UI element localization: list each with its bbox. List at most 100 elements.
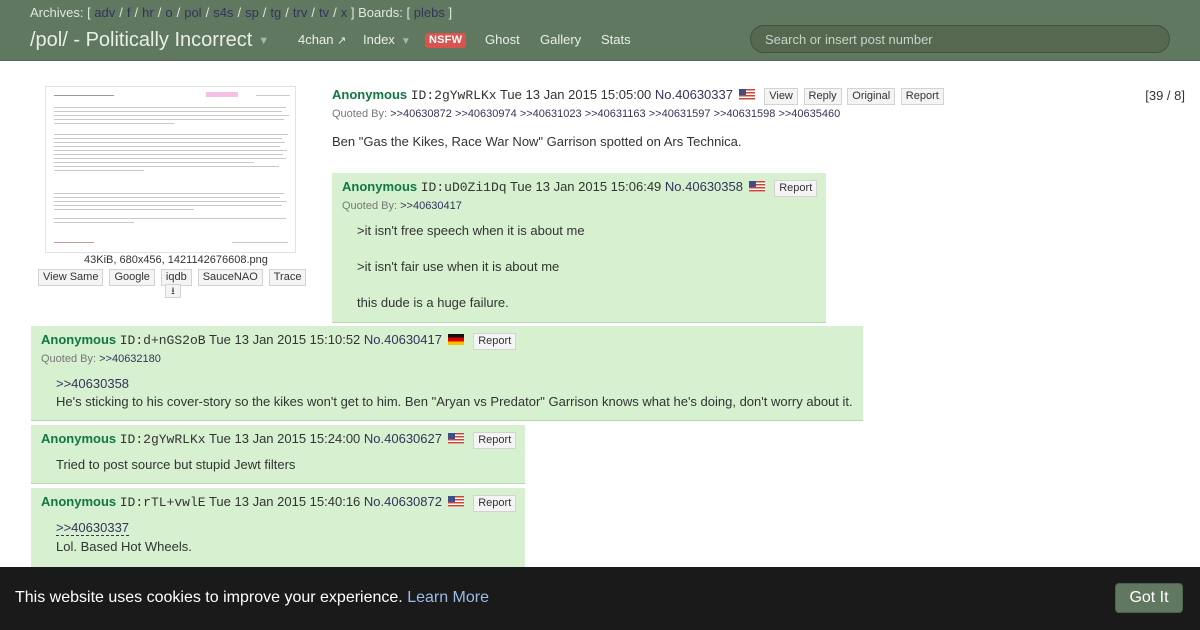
google-button[interactable]: Google <box>109 269 155 286</box>
download-icon[interactable]: ⭳ <box>165 284 181 298</box>
us-flag-icon <box>447 433 464 444</box>
saucenao-button[interactable]: SauceNAO <box>197 269 263 286</box>
op-post-body: Ben "Gas the Kikes, Race War Now" Garris… <box>332 134 742 149</box>
original-button[interactable]: Original <box>847 88 896 105</box>
got-it-button[interactable]: Got It <box>1115 583 1183 613</box>
nav-4chan-link[interactable]: 4chan ↗ <box>298 32 346 47</box>
thumbnail-highlight <box>206 92 238 97</box>
quote-backlink[interactable]: >>40630974 <box>455 108 517 120</box>
archive-link-trv[interactable]: trv <box>293 5 307 20</box>
post-number-link[interactable]: No.40630627 <box>364 431 442 446</box>
post-text-line: He's sticking to his cover-story so the … <box>56 394 853 409</box>
thumb-line <box>54 134 288 135</box>
nav-ghost-link[interactable]: Ghost <box>485 32 520 47</box>
trace-button[interactable]: Trace <box>268 269 307 286</box>
poster-id[interactable]: ID:d+nGS2oB <box>120 333 206 348</box>
thumb-line <box>54 170 144 171</box>
quote-link[interactable]: >>40630358 <box>56 376 129 391</box>
thumb-line <box>54 142 285 143</box>
quote-backlink[interactable]: >>40631597 <box>649 108 711 120</box>
quote-backlink[interactable]: >>40631598 <box>714 108 776 120</box>
archive-link-tg[interactable]: tg <box>270 5 281 20</box>
nav-stats-link[interactable]: Stats <box>601 32 631 47</box>
reply-button[interactable]: Reply <box>803 88 842 105</box>
us-flag-icon <box>748 181 765 192</box>
thumb-line <box>54 166 279 167</box>
reply-post-header: Anonymous ID:2gYwRLKx Tue 13 Jan 2015 15… <box>41 431 517 449</box>
board-title: /pol/ - Politically Incorrect <box>30 29 253 51</box>
cookie-message: This website uses cookies to improve you… <box>15 589 489 607</box>
thumb-line <box>54 115 289 116</box>
post-number-link[interactable]: No.40630417 <box>364 332 442 347</box>
archive-link-tv[interactable]: tv <box>319 5 329 20</box>
poster-name: Anonymous <box>41 332 117 347</box>
de-flag-icon <box>447 334 464 345</box>
thumb-line <box>54 119 284 120</box>
archive-link-adv[interactable]: adv <box>94 5 115 20</box>
post-number-link[interactable]: No.40630337 <box>655 87 733 102</box>
op-post-header: Anonymous ID:2gYwRLKx Tue 13 Jan 2015 15… <box>332 87 944 105</box>
thumb-line <box>54 95 114 96</box>
quote-backlink[interactable]: >>40631023 <box>520 108 582 120</box>
quoted-by-label: Quoted By: <box>342 200 398 212</box>
report-button[interactable]: Report <box>473 432 517 449</box>
archive-link-x[interactable]: x <box>341 5 348 20</box>
archive-link-s4s[interactable]: s4s <box>213 5 233 20</box>
quote-backlink[interactable]: >>40631163 <box>585 108 646 120</box>
boards-label: Boards: <box>358 5 403 20</box>
op-thumbnail[interactable] <box>45 86 296 253</box>
caret-down-icon: ▼ <box>258 34 270 47</box>
thumb-line <box>54 209 194 210</box>
quote-link-text[interactable]: >>40630358 <box>56 376 129 391</box>
board-link-plebs[interactable]: plebs <box>414 5 445 20</box>
reply-quoted-by: Quoted By: >>40632180 <box>41 353 161 365</box>
poster-id[interactable]: ID:rTL+vwlE <box>120 495 206 510</box>
archive-link-hr[interactable]: hr <box>142 5 154 20</box>
post-text-line: Tried to post source but stupid Jewt fil… <box>56 457 296 472</box>
report-button[interactable]: Report <box>473 333 517 350</box>
poster-id[interactable]: ID:2gYwRLKx <box>411 88 497 103</box>
reply-quoted-by: Quoted By: >>40630417 <box>342 200 462 212</box>
report-button[interactable]: Report <box>473 495 517 512</box>
search-input[interactable] <box>750 25 1170 53</box>
reply-post: Anonymous ID:2gYwRLKx Tue 13 Jan 2015 15… <box>31 425 525 484</box>
post-number-link[interactable]: No.40630358 <box>665 179 743 194</box>
quote-link-text[interactable]: >>40630337 <box>56 520 130 536</box>
post-text-line: this dude is a huge failure. <box>357 295 509 310</box>
archive-link-pol[interactable]: pol <box>184 5 201 20</box>
quote-backlink[interactable]: >>40630417 <box>400 200 462 212</box>
thumb-line <box>54 154 283 155</box>
greentext-line: >it isn't fair use when it is about me <box>357 259 560 274</box>
thumb-line <box>54 222 134 223</box>
quote-backlink[interactable]: >>40630872 <box>390 108 452 120</box>
poster-id[interactable]: ID:2gYwRLKx <box>120 432 206 447</box>
archive-link-sp[interactable]: sp <box>245 5 259 20</box>
nsfw-badge: NSFW <box>425 33 467 48</box>
caret-down-icon: ▼ <box>400 36 411 47</box>
archive-link-o[interactable]: o <box>165 5 172 20</box>
reply-post: Anonymous ID:rTL+vwlE Tue 13 Jan 2015 15… <box>31 488 525 578</box>
file-info[interactable]: 43KiB, 680x456, 1421142676608.png <box>84 254 268 266</box>
quote-backlink[interactable]: >>40635460 <box>778 108 840 120</box>
thumb-line <box>54 193 284 194</box>
reply-post: Anonymous ID:uD0Zi1Dq Tue 13 Jan 2015 15… <box>332 173 826 323</box>
view-button[interactable]: View <box>764 88 798 105</box>
post-text-line: Lol. Based Hot Wheels. <box>56 539 192 554</box>
learn-more-link[interactable]: Learn More <box>407 589 489 606</box>
poster-name: Anonymous <box>332 87 408 102</box>
thumb-line <box>54 158 286 159</box>
view-same-button[interactable]: View Same <box>38 269 104 286</box>
archive-link-f[interactable]: f <box>127 5 131 20</box>
report-button[interactable]: Report <box>774 180 818 197</box>
poster-id[interactable]: ID:uD0Zi1Dq <box>421 180 507 195</box>
quote-link[interactable]: >>40630337 <box>56 520 130 536</box>
post-number-link[interactable]: No.40630872 <box>364 494 442 509</box>
quote-backlink[interactable]: >>40632180 <box>99 353 161 365</box>
nav-index-label: Index <box>363 32 395 47</box>
report-button[interactable]: Report <box>900 88 944 105</box>
reply-post-header: Anonymous ID:d+nGS2oB Tue 13 Jan 2015 15… <box>41 332 517 350</box>
nav-gallery-link[interactable]: Gallery <box>540 32 581 47</box>
board-title-menu[interactable]: /pol/ - Politically Incorrect ▼ <box>30 29 269 52</box>
us-flag-icon <box>738 89 755 100</box>
nav-index-menu[interactable]: Index ▼ <box>363 32 411 47</box>
